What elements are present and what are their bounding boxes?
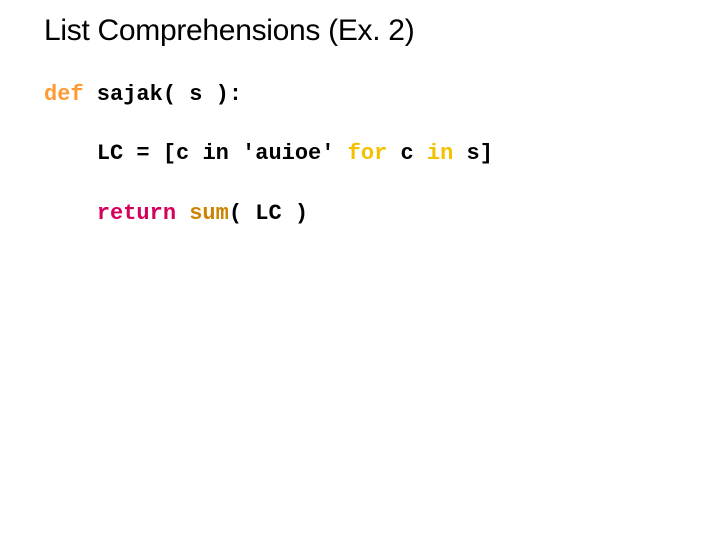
- fn-signature: sajak( s ):: [84, 82, 242, 107]
- lc-tail: s]: [453, 141, 493, 166]
- indent: [44, 141, 97, 166]
- keyword-in-expr: in: [202, 141, 228, 166]
- keyword-return: return: [97, 201, 176, 226]
- lc-assign-left: LC = [c: [97, 141, 203, 166]
- keyword-for: for: [348, 141, 388, 166]
- loop-var: c: [387, 141, 427, 166]
- slide-title: List Comprehensions (Ex. 2): [44, 14, 414, 48]
- keyword-def: def: [44, 82, 84, 107]
- indent: [44, 201, 97, 226]
- slide: List Comprehensions (Ex. 2) def sajak( s…: [0, 0, 720, 540]
- string-literal: 'auioe': [229, 141, 348, 166]
- keyword-in-loop: in: [427, 141, 453, 166]
- call-args: ( LC ): [229, 201, 308, 226]
- builtin-sum: sum: [189, 201, 229, 226]
- space: [176, 201, 189, 226]
- code-block: def sajak( s ): LC = [c in 'auioe' for c…: [44, 80, 493, 228]
